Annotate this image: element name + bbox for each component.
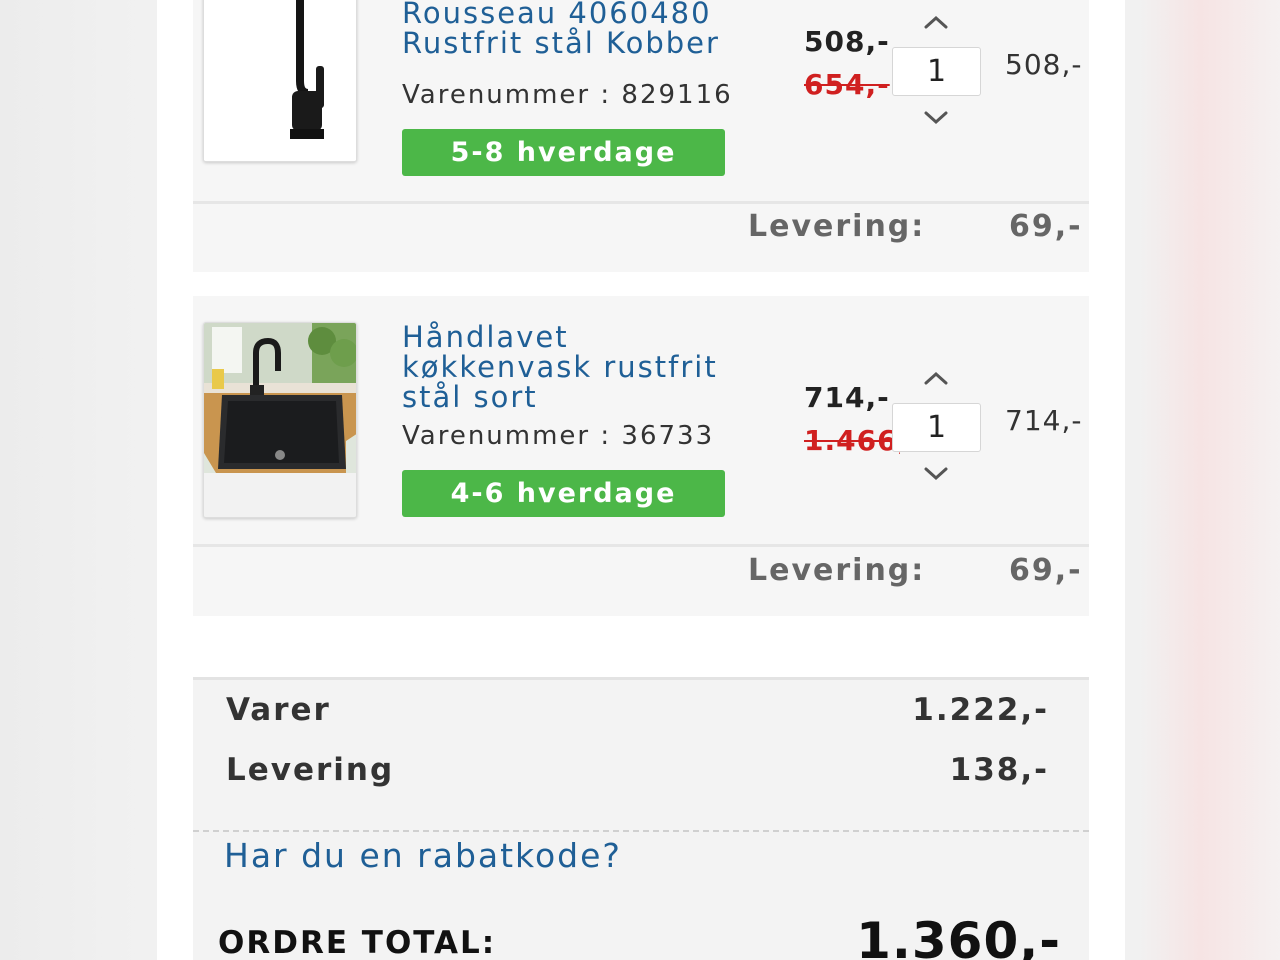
goods-value: 1.222,-	[912, 692, 1049, 728]
price-original: 1.466,-	[804, 424, 900, 457]
dashed-divider	[193, 830, 1089, 832]
product-image[interactable]	[203, 0, 357, 162]
price-current: 714,-	[804, 381, 890, 414]
divider	[193, 201, 1089, 204]
order-total-value: 1.360,-	[856, 912, 1061, 960]
quantity-input[interactable]	[892, 403, 981, 452]
promo-code-link[interactable]: Har du en rabatkode?	[224, 836, 622, 875]
shipping-total-value: 138,-	[949, 752, 1049, 788]
quantity-increase-button[interactable]	[921, 8, 951, 36]
product-name-line[interactable]: Rousseau 4060480	[402, 0, 782, 28]
product-name-line[interactable]: Håndlavet	[402, 322, 782, 352]
delivery-time-badge: 5-8 hverdage	[402, 129, 725, 176]
quantity-increase-button[interactable]	[921, 364, 951, 392]
order-summary: Varer 1.222,- Levering 138,- Har du en r…	[193, 677, 1089, 960]
quantity-decrease-button[interactable]	[921, 460, 951, 488]
shipping-label: Levering:	[748, 553, 926, 588]
product-name-line[interactable]: Rustfrit stål Kobber	[402, 28, 782, 58]
product-name-line[interactable]: stål sort	[402, 382, 782, 412]
shipping-total-label: Levering	[226, 752, 395, 788]
cart-page: blandingsbatteri Rousseau 4060480 Rustfr…	[157, 0, 1125, 960]
cart-item: blandingsbatteri Rousseau 4060480 Rustfr…	[193, 0, 1089, 272]
delivery-time-badge: 4-6 hverdage	[402, 470, 725, 517]
order-total-label: ORDRE TOTAL:	[218, 925, 497, 960]
chevron-down-icon	[924, 111, 948, 125]
price-original: 654,-	[804, 68, 890, 101]
chevron-up-icon	[924, 371, 948, 385]
product-name[interactable]: Håndlavet køkkenvask rustfrit stål sort	[402, 322, 782, 412]
line-total: 714,-	[1005, 404, 1083, 437]
line-total: 508,-	[1005, 48, 1083, 81]
quantity-decrease-button[interactable]	[921, 104, 951, 132]
divider	[193, 544, 1089, 547]
chevron-down-icon	[924, 467, 948, 481]
shipping-label: Levering:	[748, 209, 926, 244]
product-sku: Varenummer : 829116	[402, 80, 733, 110]
kitchen-sink-image	[204, 323, 356, 517]
chevron-up-icon	[924, 15, 948, 29]
shipping-value: 69,-	[1009, 553, 1083, 588]
shipping-value: 69,-	[1009, 209, 1083, 244]
quantity-input[interactable]	[892, 47, 981, 96]
price-current: 508,-	[804, 25, 890, 58]
cart-item: Håndlavet køkkenvask rustfrit stål sort …	[193, 296, 1089, 616]
product-name-line[interactable]: køkkenvask rustfrit	[402, 352, 782, 382]
goods-label: Varer	[226, 692, 331, 728]
product-sku: Varenummer : 36733	[402, 421, 715, 451]
kitchen-faucet-image	[204, 0, 356, 161]
product-name[interactable]: blandingsbatteri Rousseau 4060480 Rustfr…	[402, 0, 782, 58]
product-image[interactable]	[203, 322, 357, 518]
